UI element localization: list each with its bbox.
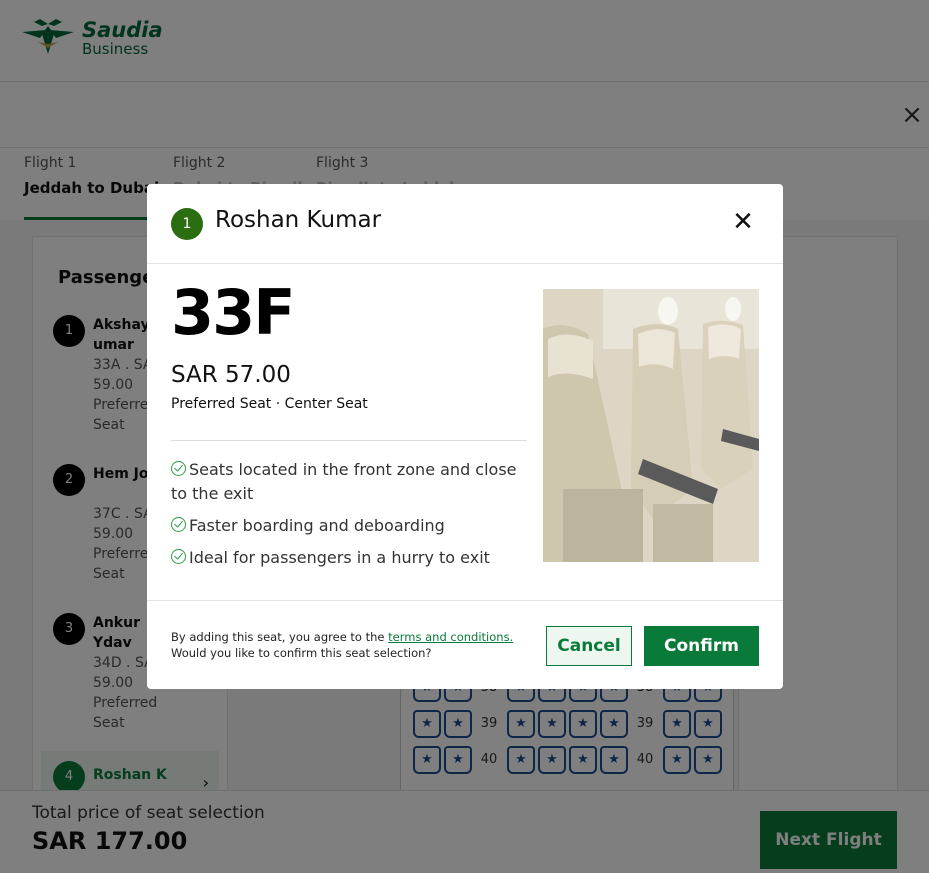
passenger-number-badge: 1 [171,208,203,240]
seat-confirm-modal: 1 Roshan Kumar ✕ 33F SAR 57.00 Preferred… [147,184,783,689]
terms-link[interactable]: terms and conditions. [388,630,513,644]
seat-type: Preferred Seat · Center Seat [171,396,368,412]
seat-photo [543,289,759,562]
feature-text: Seats located in the front zone and clos… [171,460,517,503]
confirm-button[interactable]: Confirm [644,626,759,666]
divider [171,440,527,441]
cancel-button[interactable]: Cancel [546,626,632,666]
feature-text: Ideal for passengers in a hurry to exit [189,548,490,567]
feature-item: Faster boarding and deboarding [171,514,527,538]
check-circle-icon [171,517,186,532]
seat-price: SAR 57.00 [171,362,291,388]
check-circle-icon [171,461,186,476]
passenger-name: Roshan Kumar [215,207,382,233]
seat-photo-illustration [543,289,759,562]
modal-header: 1 Roshan Kumar ✕ [147,184,783,264]
agreement-prefix: By adding this seat, you agree to the [171,630,389,644]
agreement-question: Would you like to confirm this seat sele… [171,646,432,660]
feature-text: Faster boarding and deboarding [189,516,445,535]
check-circle-icon [171,549,186,564]
seat-number: 33F [171,276,296,349]
feature-item: Seats located in the front zone and clos… [171,458,527,506]
close-icon[interactable]: ✕ [731,209,755,235]
modal-footer: By adding this seat, you agree to the te… [147,600,783,689]
agreement-text: By adding this seat, you agree to the te… [171,629,531,661]
feature-item: Ideal for passengers in a hurry to exit [171,546,527,570]
